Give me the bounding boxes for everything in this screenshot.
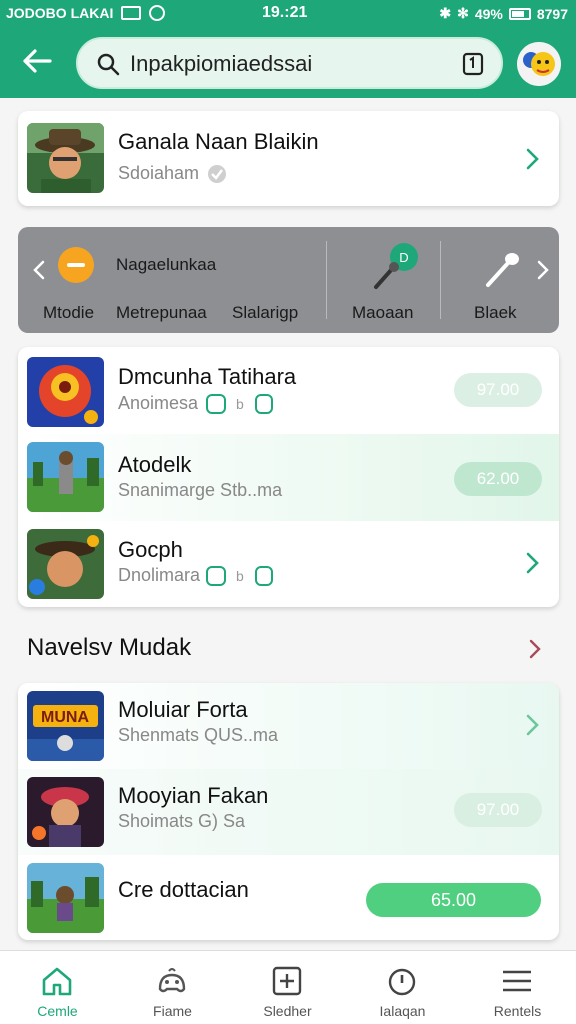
- list-item[interactable]: Cre dottacian 65.00: [18, 855, 559, 940]
- avatar-image: [517, 42, 561, 86]
- game-title: Atodelk: [118, 452, 192, 477]
- game-title: Moluiar Forta: [118, 697, 248, 722]
- strip-label-1[interactable]: Mtodie: [43, 303, 94, 323]
- back-button[interactable]: [18, 42, 56, 80]
- game-title: Dmcunha Tatihara: [118, 364, 297, 389]
- game-thumbnail: MUNA: [27, 691, 104, 761]
- svg-text:b: b: [236, 396, 244, 412]
- search-input[interactable]: [130, 49, 450, 79]
- game-controller-icon: [158, 968, 186, 993]
- carrier-text: JODOBO LAKAI: [6, 5, 114, 21]
- scan-icon[interactable]: [461, 51, 485, 77]
- coin-icon[interactable]: [56, 245, 96, 285]
- chevron-right-icon[interactable]: [536, 259, 550, 281]
- nav-item-games[interactable]: Fiame: [115, 951, 230, 1024]
- game-thumbnail: [27, 863, 104, 933]
- list-item[interactable]: Mooyian Fakan Shoimats G) Sa 97.00: [18, 769, 559, 855]
- chevron-left-icon[interactable]: [32, 259, 46, 281]
- nav-label: Fiame: [153, 1003, 192, 1019]
- featured-title: Ganala Naan Blaikin: [118, 129, 319, 154]
- strip-label-5[interactable]: Blaek: [474, 303, 517, 323]
- featured-thumbnail: [27, 123, 104, 193]
- strip-divider: [440, 241, 441, 319]
- list-item[interactable]: Atodelk Snanimarge Stb..ma 62.00: [18, 434, 559, 521]
- avatar[interactable]: [517, 42, 561, 86]
- section-title: Navelsv Mudak: [27, 634, 192, 661]
- game-list: Dmcunha Tatihara Anoimesa b 97.00 Atodel…: [18, 347, 559, 607]
- list-item[interactable]: MUNA Moluiar Forta Shenmats QUS..ma: [18, 683, 559, 769]
- nav-label: Sledher: [263, 1003, 312, 1019]
- clock: 19.:21: [262, 4, 308, 21]
- price-button[interactable]: 97.00: [454, 373, 542, 407]
- chevron-right-icon[interactable]: [528, 638, 542, 660]
- game-title: Gocph: [118, 537, 183, 562]
- nav-item-search[interactable]: Sledher: [230, 951, 345, 1024]
- nav-label: Rentels: [493, 1003, 542, 1019]
- nav-label: Cemle: [37, 1003, 78, 1019]
- game-thumbnail: [27, 357, 104, 427]
- nav-item-home[interactable]: Cemle: [0, 951, 115, 1024]
- search-icon: [97, 53, 120, 76]
- chevron-right-icon: [526, 714, 539, 736]
- category-strip: Nagaelunkaa Mtodie Metrepunaa Slalarigp …: [18, 227, 559, 333]
- signal-icon: ✻: [457, 5, 469, 21]
- strip-divider: [326, 241, 327, 319]
- featured-card[interactable]: Ganala Naan Blaikin Sdoiaham: [18, 111, 559, 206]
- app-notification-icon: [149, 5, 166, 21]
- game-subtitle: Shenmats QUS..ma: [118, 725, 279, 745]
- plus-box-icon: [272, 966, 302, 996]
- list-item[interactable]: Gocph Dnolimara b: [18, 521, 559, 607]
- pen-icon[interactable]: [482, 249, 522, 291]
- game-subtitle: Snanimarge Stb..ma: [118, 480, 283, 500]
- battery-percent: 49%: [474, 5, 503, 22]
- nav-label: Ialaqan: [379, 1003, 426, 1019]
- strip-badge: D: [399, 250, 408, 265]
- nav-item-activity[interactable]: Ialaqan: [345, 951, 460, 1024]
- game-title: Mooyian Fakan: [118, 783, 269, 808]
- chevron-right-icon: [526, 552, 539, 574]
- status-right-text: 8797: [536, 5, 568, 22]
- battery-icon: [508, 7, 531, 20]
- timer-icon: [388, 968, 416, 996]
- game-title: Cre dottacian: [118, 877, 249, 902]
- strip-heading: Nagaelunkaa: [116, 255, 217, 274]
- price-button[interactable]: 62.00: [454, 462, 542, 496]
- strip-label-3[interactable]: Slalarigp: [232, 303, 298, 323]
- menu-icon: [503, 970, 531, 992]
- bottom-navigation: Cemle Fiame Sledher Ialaqan Rentels: [0, 950, 576, 1024]
- rating-icon: b: [206, 566, 273, 586]
- bluetooth-icon: ✱: [439, 5, 452, 21]
- game-thumbnail: [27, 529, 104, 599]
- verified-icon: [208, 165, 226, 183]
- nav-item-menu[interactable]: Rentels: [460, 951, 575, 1024]
- arrow-left-icon: [23, 49, 52, 73]
- featured-subtitle: Sdoiaham: [118, 163, 200, 183]
- game-subtitle: Anoimesa: [118, 393, 199, 413]
- game-subtitle: Shoimats G) Sa: [118, 811, 246, 831]
- thumbnail-logo-text: MUNA: [41, 709, 89, 726]
- price-button[interactable]: 65.00: [366, 883, 541, 917]
- status-bar: JODOBO LAKAI 19.:21 ✱ ✻ 49% 8797: [0, 0, 576, 26]
- microphone-icon[interactable]: D: [370, 243, 422, 293]
- rating-icon: b: [206, 394, 273, 414]
- game-thumbnail: [27, 442, 104, 512]
- message-icon: [121, 6, 142, 20]
- game-list-2: MUNA Moluiar Forta Shenmats QUS..ma Mooy…: [18, 683, 559, 940]
- app-header: JODOBO LAKAI 19.:21 ✱ ✻ 49% 8797: [0, 0, 576, 98]
- list-item[interactable]: Dmcunha Tatihara Anoimesa b 97.00: [18, 347, 559, 434]
- chevron-right-icon: [526, 148, 539, 170]
- search-bar[interactable]: [76, 37, 503, 89]
- strip-label-4[interactable]: Maoaan: [352, 303, 413, 323]
- strip-label-2[interactable]: Metrepunaa: [116, 303, 207, 323]
- game-subtitle: Dnolimara: [118, 565, 201, 585]
- price-button[interactable]: 97.00: [454, 793, 542, 827]
- game-thumbnail: [27, 777, 104, 847]
- home-icon: [42, 967, 72, 996]
- svg-text:b: b: [236, 568, 244, 584]
